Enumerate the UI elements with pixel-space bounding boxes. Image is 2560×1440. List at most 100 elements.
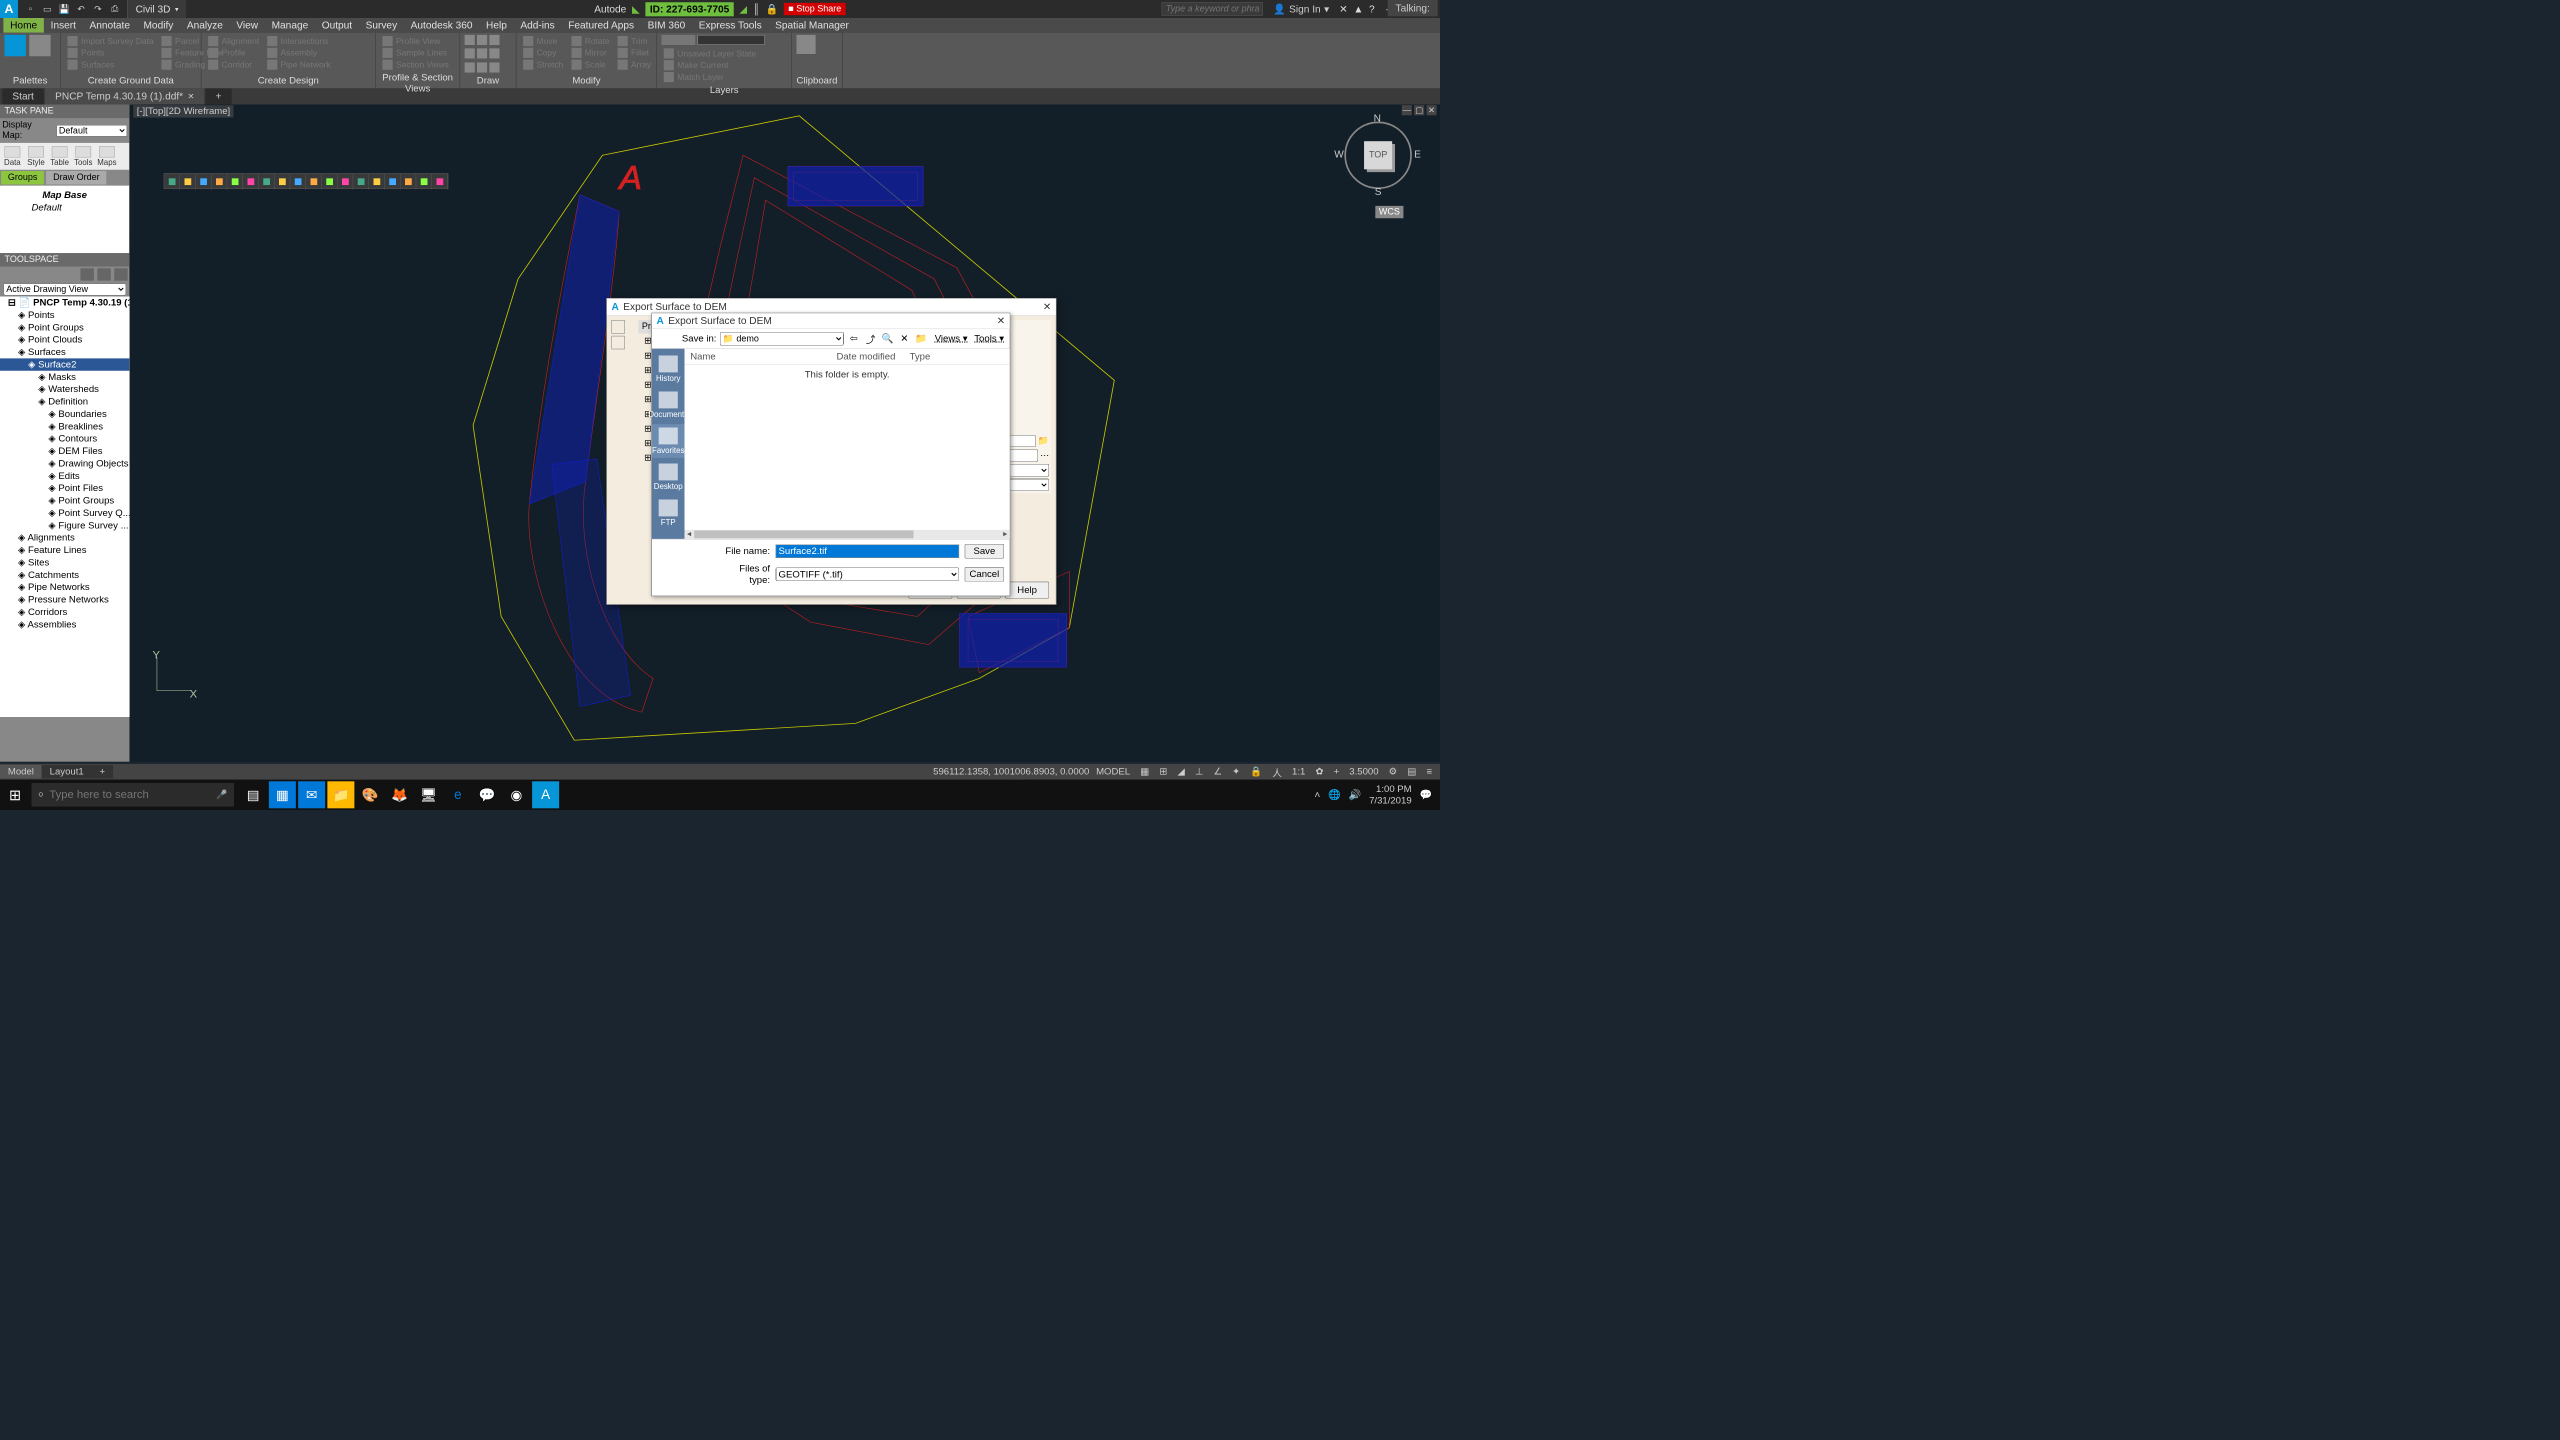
tree-node[interactable]: ◈ Point Groups <box>0 494 129 506</box>
app-icon[interactable]: 🎨 <box>357 781 384 808</box>
qat-save-icon[interactable]: 💾 <box>57 2 71 16</box>
toolspace-btn[interactable] <box>97 268 111 280</box>
tree-node[interactable]: ◈ Surfaces <box>0 346 129 358</box>
app-mail-icon[interactable]: ✉ <box>298 781 325 808</box>
ribbon-item[interactable]: Corridor <box>208 60 259 70</box>
ribbon-panel-modify[interactable]: Modify <box>521 74 652 86</box>
draw-tool-icon[interactable] <box>180 174 196 190</box>
taskpane-tree[interactable]: Map Base Default <box>0 186 129 254</box>
col-date[interactable]: Date modified <box>831 349 904 364</box>
scrollbar[interactable]: ◄► <box>685 530 1010 539</box>
col-type[interactable]: Type <box>904 349 936 364</box>
place-documents[interactable]: Documents <box>652 388 685 422</box>
draw-tool-icon[interactable] <box>353 174 369 190</box>
close-icon[interactable]: ✕ <box>997 315 1005 327</box>
tree-node[interactable]: ◈ Point Clouds <box>0 334 129 346</box>
ribbon-item[interactable]: Import Survey Data <box>68 36 154 46</box>
view-cube[interactable]: TOP <box>1364 141 1392 169</box>
draw-tool-icon[interactable] <box>164 174 180 190</box>
status-icon[interactable]: ▦ <box>1137 766 1153 777</box>
ribbon-panel-layers[interactable]: Layers <box>662 83 787 95</box>
place-desktop[interactable]: Desktop <box>652 460 685 494</box>
save-button[interactable]: Save <box>965 544 1004 559</box>
qat-redo-icon[interactable]: ↷ <box>91 2 105 16</box>
toolspace-view-select[interactable]: Active Drawing View <box>3 284 126 296</box>
tree-node[interactable]: ◈ Points <box>0 309 129 321</box>
status-icon[interactable]: + <box>1330 766 1342 777</box>
draw-tool-icon[interactable] <box>227 174 243 190</box>
ribbon-item[interactable]: Trim <box>617 36 651 46</box>
ribbon-panel-clipboard[interactable]: Clipboard <box>797 74 838 86</box>
menu-manage[interactable]: Manage <box>265 18 315 33</box>
draw-tool-icon[interactable] <box>290 174 306 190</box>
doc-tab[interactable]: PNCP Temp 4.30.19 (1).ddf*✕ <box>45 88 204 104</box>
ribbon-item[interactable]: Pipe Network <box>267 60 331 70</box>
place-history[interactable]: History <box>652 352 685 386</box>
ribbon-item[interactable]: Match Layer <box>664 72 756 82</box>
exchange-icon[interactable]: ✕ <box>1339 3 1347 15</box>
menu-bim360[interactable]: BIM 360 <box>641 18 692 33</box>
draw-tool-icon[interactable] <box>259 174 275 190</box>
status-icon[interactable]: ⊞ <box>1156 766 1171 777</box>
tree-node[interactable]: ◈ Point Files <box>0 482 129 494</box>
draw-tool-icon[interactable] <box>338 174 354 190</box>
menu-annotate[interactable]: Annotate <box>83 18 137 33</box>
tab-layout1[interactable]: Layout1 <box>42 765 92 779</box>
tree-node[interactable]: ◈ Definition <box>0 395 129 407</box>
clock[interactable]: 1:00 PM7/31/2019 <box>1369 783 1412 806</box>
status-icon[interactable]: ◢ <box>1174 766 1188 777</box>
tree-node[interactable]: ◈ Watersheds <box>0 383 129 395</box>
place-ftp[interactable]: FTP <box>652 496 685 530</box>
ribbon-item[interactable]: Alignment <box>208 36 259 46</box>
keyword-search-input[interactable] <box>1162 2 1263 16</box>
tree-node[interactable]: ◈ Surface2 <box>0 358 129 370</box>
up-icon[interactable]: ⤴ <box>864 332 878 346</box>
ribbon-item[interactable]: Surfaces <box>68 60 154 70</box>
tree-btn[interactable] <box>611 320 625 334</box>
tree-node[interactable]: ◈ Contours <box>0 433 129 445</box>
status-icon[interactable]: ✿ <box>1312 766 1327 777</box>
ribbon-item[interactable]: Intersections <box>267 36 331 46</box>
ribbon-item[interactable]: Sample Lines <box>383 48 449 58</box>
draw-tool-icon[interactable] <box>212 174 228 190</box>
ribbon-item[interactable]: Array <box>617 60 651 70</box>
ribbon-item[interactable]: Mirror <box>571 48 609 58</box>
file-list[interactable]: Name Date modified Type This folder is e… <box>685 349 1010 539</box>
draw-tool-icon[interactable] <box>275 174 291 190</box>
wcs-badge[interactable]: WCS <box>1375 206 1403 218</box>
qat-print-icon[interactable]: ⎙ <box>108 2 122 16</box>
app-title[interactable]: Civil 3D▾ <box>127 0 186 18</box>
taskview-icon[interactable]: ▤ <box>240 781 267 808</box>
cloud-icon[interactable]: ▲ <box>1353 3 1363 15</box>
tp-tool-style[interactable]: Style <box>27 146 45 166</box>
app-edge-icon[interactable]: e <box>444 781 471 808</box>
menu-add-ins[interactable]: Add-ins <box>514 18 562 33</box>
tab-draworder[interactable]: Draw Order <box>46 171 106 185</box>
views-menu[interactable]: Views ▾ <box>931 333 967 344</box>
ribbon-item[interactable]: Unsaved Layer State <box>664 48 756 58</box>
taskbar-search-input[interactable] <box>49 788 210 801</box>
back-icon[interactable]: ⇦ <box>847 332 861 346</box>
draw-tool-icon[interactable] <box>306 174 322 190</box>
tools-menu[interactable]: Tools ▾ <box>971 333 1004 344</box>
tree-node[interactable]: ◈ Figure Survey ... <box>0 519 129 531</box>
help-button[interactable]: Help <box>1005 582 1049 599</box>
view-compass[interactable]: TOP N S E W <box>1339 116 1418 195</box>
app-icon[interactable]: ▦ <box>269 781 296 808</box>
view-label[interactable]: [-][Top][2D Wireframe] <box>133 105 233 117</box>
app-chrome-icon[interactable]: ◉ <box>503 781 530 808</box>
tab-model[interactable]: Model <box>0 765 42 779</box>
close-icon[interactable]: ✕ <box>1043 301 1051 313</box>
tree-node[interactable]: ◈ Point Groups <box>0 321 129 333</box>
tree-node[interactable]: ◈ Alignments <box>0 532 129 544</box>
status-icon[interactable]: 🔒 <box>1247 766 1266 777</box>
menu-home[interactable]: Home <box>3 18 44 33</box>
savein-select[interactable]: 📁 demo <box>720 332 844 346</box>
ribbon-panel-ground[interactable]: Create Ground Data <box>65 74 196 86</box>
ribbon-item[interactable]: Profile View <box>383 36 449 46</box>
help-icon[interactable]: ? <box>1369 3 1375 15</box>
menu-featuredapps[interactable]: Featured Apps <box>561 18 640 33</box>
status-icon[interactable]: 人 <box>1269 765 1285 779</box>
status-icon[interactable]: ⊥ <box>1192 766 1207 777</box>
view-max-icon[interactable]: ▢ <box>1414 105 1424 115</box>
